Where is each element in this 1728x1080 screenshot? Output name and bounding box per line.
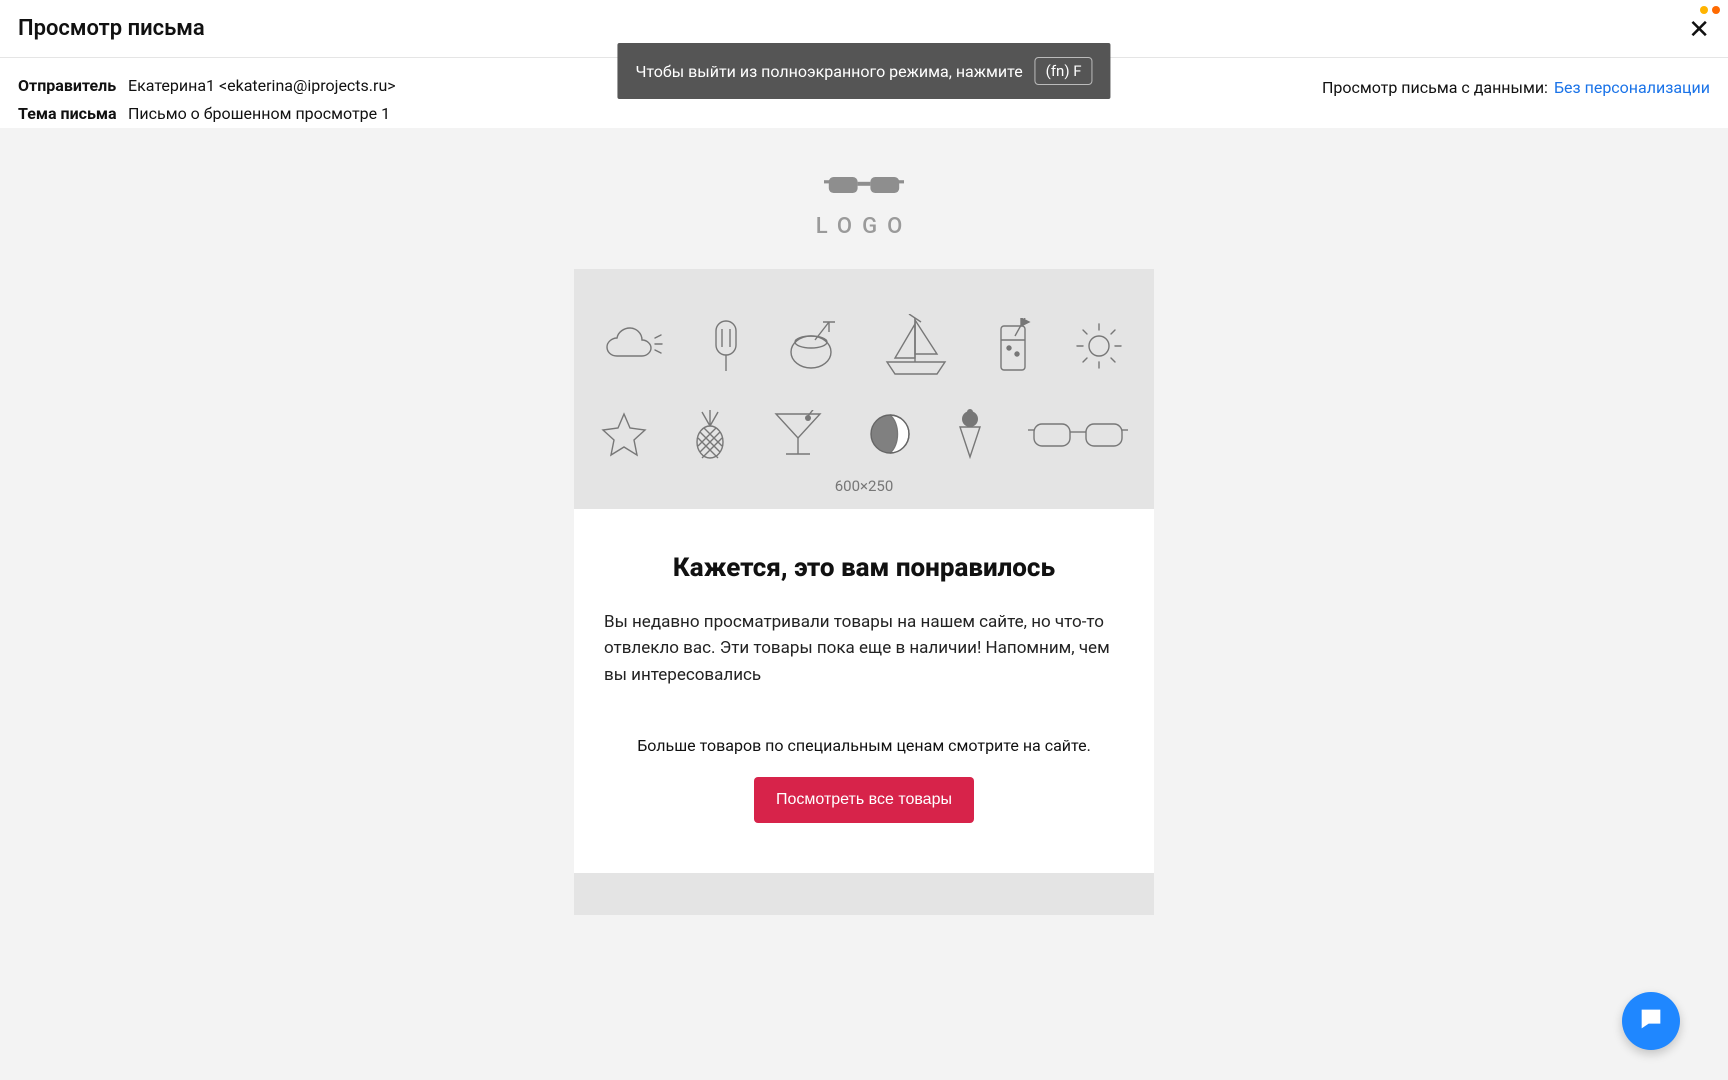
chat-widget-button[interactable] xyxy=(1622,992,1680,1050)
email-preview-area: LOGO 600×250 Кажется, это вам xyxy=(0,128,1728,1080)
window-status-dots xyxy=(1700,6,1720,14)
subject-row: Тема письма Письмо о брошенном просмотре… xyxy=(18,100,396,128)
toast-text: Чтобы выйти из полноэкранного режима, на… xyxy=(635,62,1022,81)
pineapple-icon xyxy=(692,408,728,464)
sender-label: Отправитель xyxy=(18,72,118,100)
meta-left: Отправитель Екатерина1 <ekaterina@iproje… xyxy=(18,72,396,128)
sender-value: Екатерина1 <ekaterina@iprojects.ru> xyxy=(128,72,396,100)
icecream-icon xyxy=(956,409,984,463)
beachball-icon xyxy=(868,412,912,460)
page-title: Просмотр письма xyxy=(18,16,205,41)
preview-with-data-label: Просмотр письма с данными: xyxy=(1322,78,1548,97)
cloud-icon xyxy=(605,326,667,370)
coconut-drink-icon xyxy=(785,320,837,376)
logo-text: LOGO xyxy=(816,214,913,239)
hero-row-1 xyxy=(605,314,1123,382)
sailboat-icon xyxy=(881,314,951,382)
chat-icon xyxy=(1637,1005,1665,1037)
email-footer-image-strip xyxy=(574,873,1154,915)
toast-key: (fn) F xyxy=(1035,57,1093,85)
email-body: Кажется, это вам понравилось Вы недавно … xyxy=(574,509,1154,873)
subject-label: Тема письма xyxy=(18,100,118,128)
hero-row-2 xyxy=(600,408,1128,464)
email-subline: Больше товаров по специальным ценам смот… xyxy=(604,736,1124,755)
status-dot xyxy=(1712,6,1720,14)
view-all-products-button[interactable]: Посмотреть все товары xyxy=(754,777,974,823)
subject-value: Письмо о брошенном просмотре 1 xyxy=(128,100,390,128)
sun-icon xyxy=(1075,322,1123,374)
fullscreen-toast: Чтобы выйти из полноэкранного режима, на… xyxy=(617,43,1110,99)
meta-right: Просмотр письма с данными: Без персонали… xyxy=(1322,72,1710,97)
email-headline: Кажется, это вам понравилось xyxy=(604,553,1124,583)
email-logo: LOGO xyxy=(0,128,1728,239)
sunglasses-large-icon xyxy=(1028,414,1128,458)
martini-icon xyxy=(772,410,824,462)
email-lead: Вы недавно просматривали товары на нашем… xyxy=(604,609,1124,688)
hero-image: 600×250 xyxy=(574,269,1154,509)
starfish-icon xyxy=(600,410,648,462)
personalization-link[interactable]: Без персонализации xyxy=(1554,78,1710,97)
popsicle-icon xyxy=(711,319,741,377)
status-dot xyxy=(1700,6,1708,14)
close-icon: ✕ xyxy=(1688,14,1710,44)
email-card: 600×250 Кажется, это вам понравилось Вы … xyxy=(574,269,1154,915)
sunglasses-icon xyxy=(824,170,904,204)
glass-drink-icon xyxy=(995,318,1031,378)
close-button[interactable]: ✕ xyxy=(1688,16,1710,42)
sender-row: Отправитель Екатерина1 <ekaterina@iproje… xyxy=(18,72,396,100)
hero-dimensions: 600×250 xyxy=(574,477,1154,495)
